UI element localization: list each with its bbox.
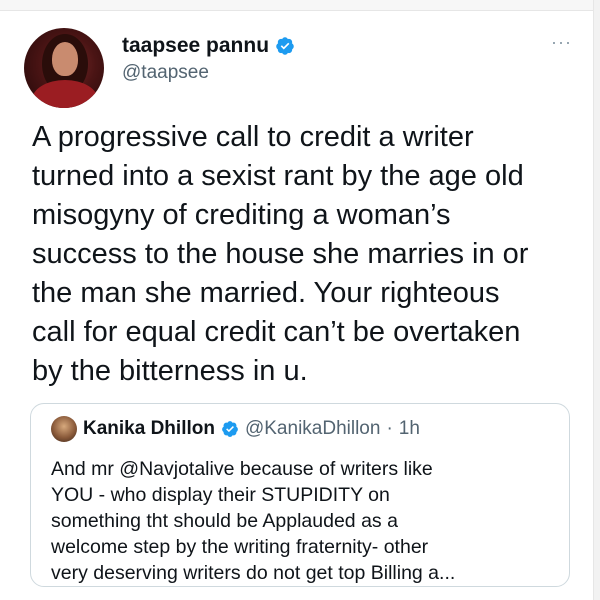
avatar[interactable] <box>24 28 104 108</box>
verified-badge-icon <box>275 36 295 56</box>
more-options-icon[interactable]: ··· <box>551 32 572 53</box>
quoted-separator: · <box>386 418 393 439</box>
author-handle[interactable]: @taapsee <box>122 62 209 84</box>
tweet-card: taapsee pannu @taapsee ··· A progressive… <box>0 10 594 600</box>
avatar-face <box>52 42 78 76</box>
quoted-verified-badge-icon <box>221 420 239 438</box>
quoted-display-name[interactable]: Kanika Dhillon <box>83 418 215 440</box>
quoted-tweet[interactable]: Kanika Dhillon @KanikaDhillon · 1h And m… <box>30 403 570 587</box>
avatar-shoulder <box>32 80 98 108</box>
quoted-handle[interactable]: @KanikaDhillon <box>245 418 380 440</box>
window-right-edge <box>593 0 600 600</box>
quoted-tweet-text: And mr @Navjotalive because of writers l… <box>51 458 456 584</box>
quoted-tweet-header: Kanika Dhillon @KanikaDhillon · 1h <box>51 416 420 442</box>
quoted-avatar[interactable] <box>51 416 77 442</box>
quoted-timestamp[interactable]: 1h <box>399 418 420 440</box>
author-name-row: taapsee pannu <box>122 34 295 58</box>
author-display-name[interactable]: taapsee pannu <box>122 34 269 58</box>
tweet-text: A progressive call to credit a writer tu… <box>32 121 529 387</box>
